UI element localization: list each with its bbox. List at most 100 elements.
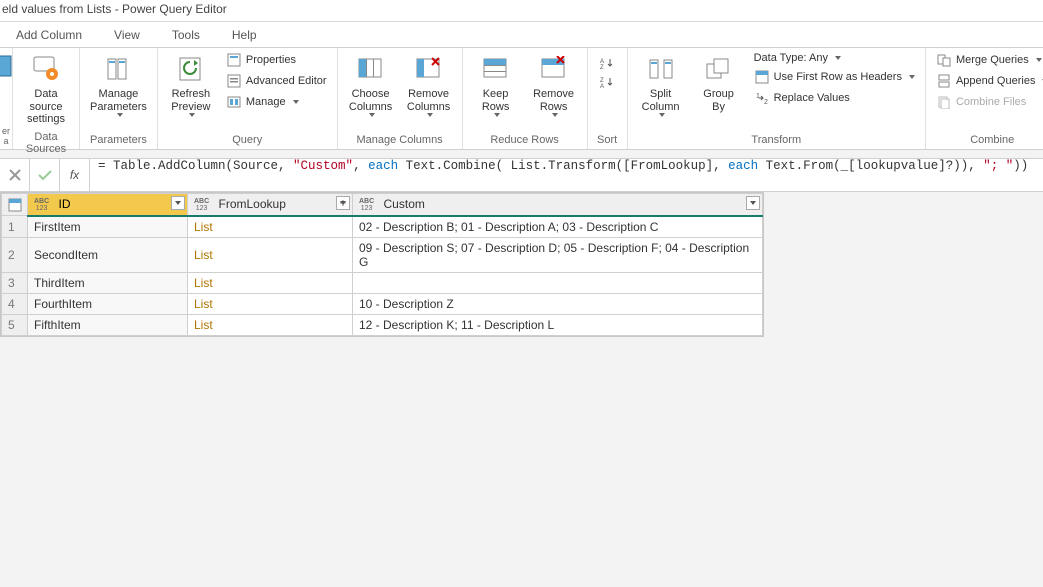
row-header[interactable]: 3: [2, 272, 28, 293]
tab-view[interactable]: View: [98, 22, 156, 48]
group-label-parameters: Parameters: [86, 132, 151, 149]
row-header[interactable]: 5: [2, 314, 28, 335]
svg-text:Z: Z: [600, 65, 604, 69]
formula-string: "Custom": [293, 159, 353, 173]
group-label-reduce-rows: Reduce Rows: [469, 132, 581, 149]
close-apply-button[interactable]: [1, 50, 11, 91]
advanced-editor-label: Advanced Editor: [246, 75, 327, 87]
formula-text: = Table.AddColumn(Source,: [98, 159, 293, 173]
cell-id[interactable]: SecondItem: [28, 237, 188, 272]
fx-label: fx: [60, 159, 90, 191]
remove-rows-label: Remove Rows: [533, 88, 574, 113]
cell-fromlookup[interactable]: List: [188, 216, 353, 238]
column-header-custom[interactable]: ABC123 Custom: [353, 194, 763, 216]
manage-parameters-button[interactable]: Manage Parameters: [86, 50, 151, 120]
formula-keyword: each: [728, 159, 758, 173]
formula-confirm-button[interactable]: [30, 159, 60, 191]
properties-button[interactable]: Properties: [222, 50, 331, 70]
cell-fromlookup[interactable]: List: [188, 314, 353, 335]
replace-values-icon: 12: [754, 90, 770, 106]
remove-rows-icon: [538, 53, 570, 85]
tab-add-column[interactable]: Add Column: [0, 22, 98, 48]
group-by-button[interactable]: Group By: [692, 50, 746, 116]
tab-tools[interactable]: Tools: [156, 22, 216, 48]
manage-button[interactable]: Manage: [222, 92, 331, 112]
keep-rows-button[interactable]: Keep Rows: [469, 50, 523, 120]
advanced-editor-icon: [226, 73, 242, 89]
data-type-button[interactable]: Data Type: Any: [750, 50, 919, 66]
data-source-settings-button[interactable]: Data source settings: [19, 50, 73, 129]
column-header-custom-label: Custom: [384, 197, 425, 211]
cell-fromlookup[interactable]: List: [188, 237, 353, 272]
cell-fromlookup[interactable]: List: [188, 293, 353, 314]
refresh-preview-button[interactable]: Refresh Preview: [164, 50, 218, 120]
merge-queries-icon: [936, 52, 952, 68]
group-label-transform: Transform: [634, 132, 919, 149]
window-title: eld values from Lists - Power Query Edit…: [0, 0, 1043, 22]
column-header-id[interactable]: ABC123 ID: [28, 194, 188, 216]
cell-id[interactable]: FourthItem: [28, 293, 188, 314]
data-grid: ABC123 ID ABC123 FromLookup ABC123 Custo…: [0, 192, 764, 337]
remove-columns-icon: [413, 53, 445, 85]
data-source-settings-icon: [30, 53, 62, 85]
combine-files-icon: [936, 94, 952, 110]
data-type-label: Data Type: Any: [754, 52, 828, 64]
row-header[interactable]: 2: [2, 237, 28, 272]
combine-files-label: Combine Files: [956, 96, 1026, 108]
remove-columns-label: Remove Columns: [407, 88, 450, 113]
choose-columns-button[interactable]: Choose Columns: [344, 50, 398, 120]
sort-desc-button[interactable]: ZA: [596, 73, 618, 91]
manage-icon: [226, 94, 242, 110]
any-type-icon: ABC123: [34, 198, 49, 212]
column-header-fromlookup[interactable]: ABC123 FromLookup: [188, 194, 353, 216]
cell-custom[interactable]: 02 - Description B; 01 - Description A; …: [353, 216, 763, 238]
formula-string: "; ": [983, 159, 1013, 173]
any-type-icon: ABC123: [359, 198, 374, 212]
column-filter-id[interactable]: [171, 196, 185, 210]
advanced-editor-button[interactable]: Advanced Editor: [222, 71, 331, 91]
column-filter-custom[interactable]: [746, 196, 760, 210]
svg-text:1: 1: [756, 93, 760, 100]
remove-columns-button[interactable]: Remove Columns: [402, 50, 456, 120]
cell-custom[interactable]: [353, 272, 763, 293]
row-header[interactable]: 4: [2, 293, 28, 314]
tab-help[interactable]: Help: [216, 22, 273, 48]
any-type-icon: ABC123: [194, 198, 209, 212]
ribbon-tabstrip: Add Column View Tools Help: [0, 22, 1043, 48]
cell-custom[interactable]: 10 - Description Z: [353, 293, 763, 314]
cell-custom[interactable]: 09 - Description S; 07 - Description D; …: [353, 237, 763, 272]
column-expand-fromlookup[interactable]: [336, 196, 350, 210]
choose-columns-label: Choose Columns: [349, 88, 392, 113]
remove-rows-button[interactable]: Remove Rows: [527, 50, 581, 120]
group-label-manage-columns: Manage Columns: [344, 132, 456, 149]
group-by-icon: [703, 53, 735, 85]
cell-id[interactable]: ThirdItem: [28, 272, 188, 293]
first-row-headers-label: Use First Row as Headers: [774, 71, 902, 83]
cell-fromlookup[interactable]: List: [188, 272, 353, 293]
cell-custom[interactable]: 12 - Description K; 11 - Description L: [353, 314, 763, 335]
cell-id[interactable]: FifthItem: [28, 314, 188, 335]
data-source-settings-label: Data source settings: [23, 88, 69, 126]
cell-id[interactable]: FirstItem: [28, 216, 188, 238]
formula-cancel-button[interactable]: [0, 159, 30, 191]
split-column-icon: [645, 53, 677, 85]
properties-label: Properties: [246, 54, 296, 66]
cancel-icon: [8, 168, 22, 182]
replace-values-label: Replace Values: [774, 92, 850, 104]
merge-queries-button[interactable]: Merge Queries: [932, 50, 1043, 70]
manage-parameters-icon: [102, 53, 134, 85]
column-header-id-label: ID: [59, 197, 71, 211]
group-label-query: Query: [164, 132, 331, 149]
append-queries-button[interactable]: Append Queries: [932, 71, 1043, 91]
column-header-fromlookup-label: FromLookup: [219, 197, 286, 211]
split-column-button[interactable]: Split Column: [634, 50, 688, 120]
combine-files-button[interactable]: Combine Files: [932, 92, 1043, 112]
group-label-combine: Combine: [932, 132, 1043, 149]
replace-values-button[interactable]: 12 Replace Values: [750, 88, 919, 108]
grid-corner[interactable]: [2, 194, 28, 216]
sort-asc-button[interactable]: AZ: [596, 54, 618, 72]
formula-input[interactable]: = Table.AddColumn(Source, "Custom", each…: [90, 159, 1043, 191]
row-header[interactable]: 1: [2, 216, 28, 238]
first-row-headers-button[interactable]: Use First Row as Headers: [750, 67, 919, 87]
append-queries-icon: [936, 73, 952, 89]
